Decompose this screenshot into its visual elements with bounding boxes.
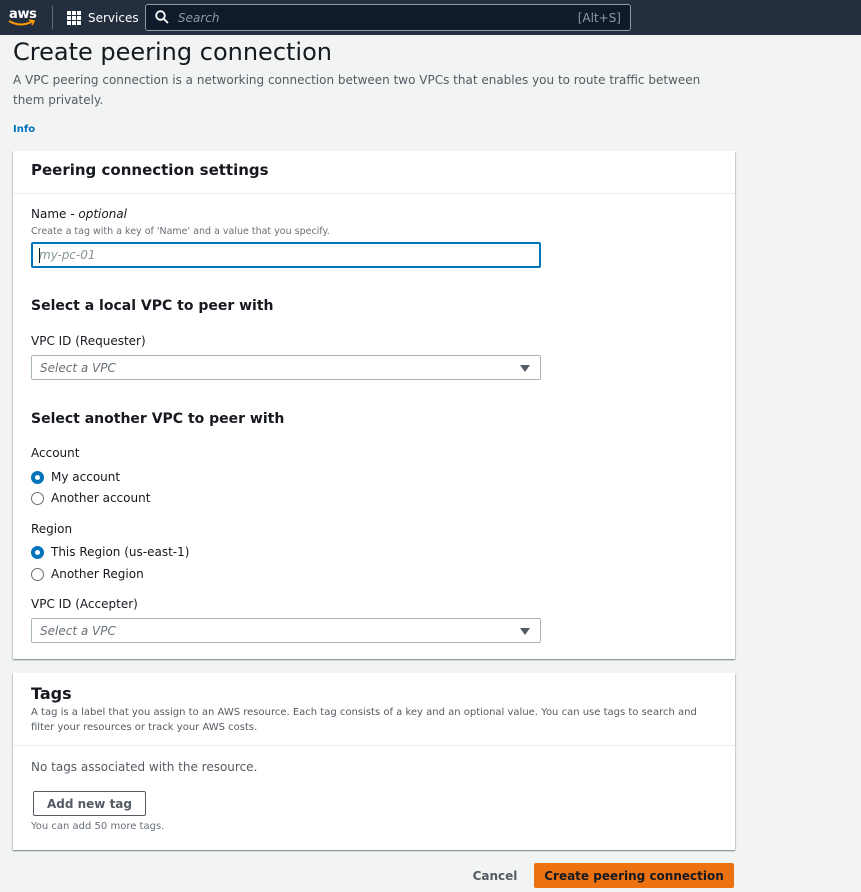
aws-logo[interactable]: aws bbox=[8, 5, 38, 29]
radio-this-region[interactable]: This Region (us-east-1) bbox=[31, 545, 189, 559]
radio-label: Another Region bbox=[51, 567, 144, 581]
another-vpc-heading: Select another VPC to peer with bbox=[31, 411, 285, 427]
search-shortcut: [Alt+S] bbox=[577, 11, 621, 25]
caret-down-icon bbox=[520, 628, 530, 635]
no-tags-text: No tags associated with the resource. bbox=[31, 760, 258, 774]
search-placeholder: Search bbox=[178, 11, 220, 25]
tags-limit-hint: You can add 50 more tags. bbox=[31, 821, 165, 832]
accepter-vpc-value: Select a VPC bbox=[40, 624, 116, 638]
radio-checked-icon bbox=[31, 470, 44, 484]
account-label: Account bbox=[31, 446, 80, 460]
radio-unchecked-icon bbox=[31, 491, 44, 505]
radio-checked-icon bbox=[31, 545, 44, 559]
cancel-button[interactable]: Cancel bbox=[467, 864, 523, 888]
panel-header: Peering connection settings bbox=[13, 151, 735, 194]
accepter-label: VPC ID (Accepter) bbox=[31, 597, 138, 611]
name-label: Name - optional bbox=[31, 207, 127, 221]
tags-title: Tags bbox=[31, 684, 72, 703]
info-link[interactable]: Info bbox=[13, 124, 35, 135]
requester-vpc-value: Select a VPC bbox=[40, 361, 116, 375]
page-title: Create peering connection bbox=[13, 38, 332, 66]
tags-panel: Tags A tag is a label that you assign to… bbox=[13, 673, 735, 850]
radio-label: This Region (us-east-1) bbox=[51, 545, 190, 559]
local-vpc-heading: Select a local VPC to peer with bbox=[31, 298, 274, 314]
requester-label: VPC ID (Requester) bbox=[31, 334, 146, 348]
requester-vpc-select[interactable]: Select a VPC bbox=[31, 355, 541, 380]
grid-icon bbox=[67, 11, 81, 25]
tags-description: A tag is a label that you assign to an A… bbox=[31, 707, 697, 733]
radio-another-account[interactable]: Another account bbox=[31, 491, 150, 505]
aws-smile-icon bbox=[8, 19, 36, 26]
name-input-wrapper bbox=[31, 242, 541, 268]
services-menu-button[interactable]: Services bbox=[67, 9, 139, 27]
top-navigation: aws Services Search [Alt+S] bbox=[0, 0, 861, 35]
radio-label: Another account bbox=[51, 491, 151, 505]
panel-title: Peering connection settings bbox=[31, 161, 269, 179]
create-peering-connection-button[interactable]: Create peering connection bbox=[534, 863, 734, 888]
accepter-vpc-select[interactable]: Select a VPC bbox=[31, 618, 541, 643]
name-hint: Create a tag with a key of 'Name' and a … bbox=[31, 226, 330, 237]
caret-down-icon bbox=[520, 365, 530, 372]
search-bar[interactable]: Search [Alt+S] bbox=[145, 4, 631, 31]
add-new-tag-button[interactable]: Add new tag bbox=[33, 791, 146, 816]
panel-header: Tags A tag is a label that you assign to… bbox=[13, 673, 735, 746]
radio-my-account[interactable]: My account bbox=[31, 470, 120, 484]
radio-label: My account bbox=[51, 470, 121, 484]
radio-another-region[interactable]: Another Region bbox=[31, 567, 144, 581]
radio-unchecked-icon bbox=[31, 567, 44, 581]
text-caret bbox=[39, 248, 40, 263]
page-description: A VPC peering connection is a networking… bbox=[13, 73, 701, 107]
name-input[interactable] bbox=[33, 244, 539, 266]
nav-divider bbox=[52, 6, 53, 29]
peering-settings-panel: Peering connection settings Name - optio… bbox=[13, 151, 735, 659]
region-label: Region bbox=[31, 522, 73, 536]
search-icon bbox=[155, 10, 169, 24]
services-label: Services bbox=[88, 11, 139, 25]
